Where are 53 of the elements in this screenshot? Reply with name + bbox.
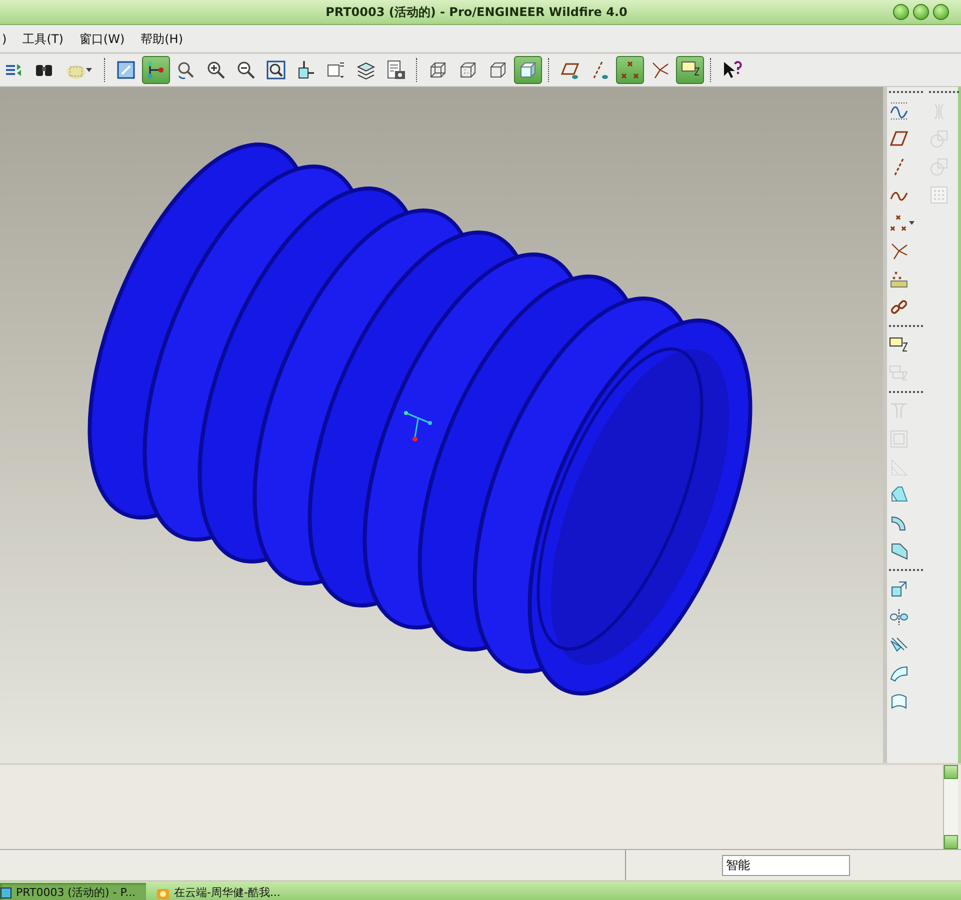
caret-icon — [909, 221, 915, 225]
hole-icon — [889, 401, 909, 421]
help-pointer-icon — [722, 60, 742, 80]
caret-icon — [86, 68, 92, 72]
menu-item[interactable]: 帮助(H) — [138, 28, 186, 50]
zoom-out-icon — [236, 60, 256, 80]
menu-item[interactable]: ) — [0, 30, 9, 48]
window-title: PRT0003 (活动的) - Pro/ENGINEER Wildfire 4.0 — [324, 4, 628, 20]
mirror-icon — [889, 607, 909, 627]
toggle-button[interactable] — [142, 56, 170, 84]
intersect-icon — [929, 157, 949, 177]
menu-item[interactable]: 工具(T) — [20, 28, 66, 50]
pattern-icon — [929, 185, 949, 205]
menu-item[interactable]: 窗口(W) — [77, 28, 127, 50]
plane-icon — [889, 129, 909, 149]
filter-dropdown[interactable]: 智能 — [722, 854, 850, 876]
view-list-icon — [326, 60, 346, 80]
extend-icon — [889, 579, 909, 599]
taskbar-button[interactable]: PRT0003 (活动的) - P... — [0, 883, 146, 900]
toggle-button[interactable] — [514, 56, 542, 84]
scrollbar[interactable] — [943, 765, 958, 849]
chamfer-icon — [889, 541, 909, 561]
cube-outline-icon — [488, 60, 508, 80]
zoom-in-icon — [206, 60, 226, 80]
close-button[interactable] — [933, 4, 949, 20]
csys-icon — [889, 241, 909, 261]
taskbar-button[interactable]: 在云端-周华健-酷我... — [156, 883, 302, 900]
cube-arrow-icon — [296, 60, 316, 80]
rib-icon — [889, 457, 909, 477]
shaded-cube-icon — [518, 60, 538, 80]
repaint-icon — [116, 60, 136, 80]
merge-icon — [929, 129, 949, 149]
csys-icon — [650, 60, 670, 80]
points-icon — [889, 213, 908, 233]
shell-icon — [889, 429, 909, 449]
sketch-icon — [889, 363, 909, 383]
wireframe-cube-icon — [428, 60, 448, 80]
maximize-button[interactable] — [913, 4, 929, 20]
analysis-icon — [889, 269, 909, 289]
node-icon — [146, 60, 166, 80]
chain-icon — [889, 297, 909, 317]
curve-icon — [889, 101, 909, 121]
spin-center-icon — [404, 411, 432, 442]
toggle-button[interactable] — [616, 56, 644, 84]
minimize-button[interactable] — [893, 4, 909, 20]
hidden-line-cube-icon — [458, 60, 478, 80]
orient-icon — [176, 60, 196, 80]
toggle-button[interactable] — [676, 56, 704, 84]
layers-icon — [356, 60, 376, 80]
points-icon — [620, 60, 640, 80]
camera-sheet-icon — [386, 60, 406, 80]
window-icon — [0, 886, 12, 898]
zoom-fit-icon — [266, 60, 286, 80]
